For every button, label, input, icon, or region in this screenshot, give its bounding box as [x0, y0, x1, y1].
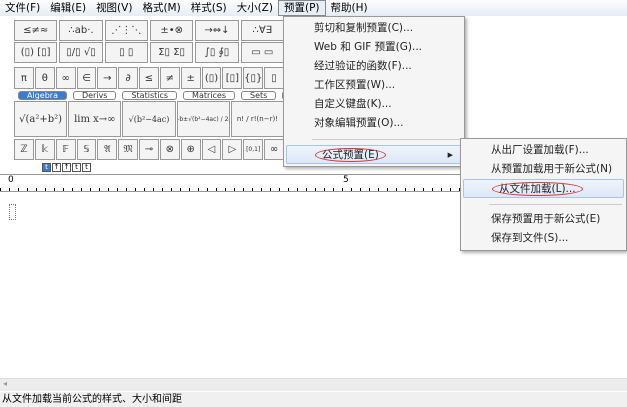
submenu-item-load-from-file[interactable]: 从文件加载(L)... [463, 179, 624, 198]
menu-item-cut-copy-prefs[interactable]: 剪切和复制预置(C)... [286, 19, 462, 38]
small-tab-2[interactable]: ↑ [52, 163, 61, 172]
tab-bar: Algebra Derivs Statistics Matrices Sets … [18, 91, 306, 100]
symbol-brackets[interactable]: [▯] [222, 67, 243, 89]
menu-style[interactable]: 样式(S) [186, 0, 232, 16]
menu-item-equation-prefs[interactable]: 公式预置(E) ▶ [286, 145, 462, 164]
small-tab-4[interactable]: t [72, 163, 81, 172]
symbol-element[interactable]: ∈ [76, 67, 97, 89]
menu-format[interactable]: 格式(M) [137, 0, 185, 16]
menu-bar: 文件(F) 编辑(E) 视图(V) 格式(M) 样式(S) 大小(Z) 预置(P… [0, 0, 627, 16]
matrices-palette[interactable]: ▭ ▭ [240, 42, 284, 63]
expr-discriminant[interactable]: √(b²−4ac) [122, 101, 176, 137]
scripts-palette[interactable]: ▯ ▯ [104, 42, 148, 63]
menu-edit[interactable]: 编辑(E) [45, 0, 91, 16]
fractions-palette[interactable]: ▯/▯ √▯ [59, 42, 103, 63]
ruler-mark-0: 0 [8, 175, 14, 185]
menu-size[interactable]: 大小(Z) [232, 0, 278, 16]
symbol-otimes[interactable]: ⊗ [159, 139, 180, 160]
operators-palette[interactable]: ±•⊗ [149, 20, 194, 41]
menu-preferences[interactable]: 预置(P) [277, 0, 326, 16]
symbol-neq[interactable]: ≠ [159, 67, 180, 89]
symbol-rhd[interactable]: ▷ [222, 139, 243, 160]
arrows-palette[interactable]: →⇔↓ [195, 20, 239, 41]
embellishments-palette[interactable]: ⋰⋮⋱ [104, 20, 148, 41]
submenu-separator [489, 204, 622, 205]
symbol-braces[interactable]: {▯} [243, 67, 264, 89]
symbol-lhd[interactable]: ◁ [201, 139, 222, 160]
menu-item-web-gif-prefs[interactable]: Web 和 GIF 预置(G)... [286, 38, 462, 57]
small-tab-bar: t ↑ ↑ t t [42, 163, 91, 172]
symbol-fraction[interactable]: ▯ [264, 67, 284, 89]
menu-separator [312, 139, 460, 140]
tab-sets[interactable]: Sets [241, 91, 277, 100]
tab-algebra[interactable]: Algebra [18, 91, 67, 100]
symbol-theta[interactable]: θ [34, 67, 55, 89]
symbol-palette-row1: ≤≠≈ ∴ab·. ⋰⋮⋱ ±•⊗ →⇔↓ ∴∀∃ [14, 20, 284, 41]
symbol-infinity[interactable]: ∞ [55, 67, 76, 89]
submenu-item-load-factory[interactable]: 从出厂设置加载(F)... [463, 141, 624, 160]
symbol-bar: π θ ∞ ∈ → ∂ ≤ ≠ ± (▯) [▯] {▯} ▯ [14, 67, 284, 89]
integrals-palette[interactable]: ∫▯ ∮▯ [195, 42, 239, 63]
submenu-item-label: 从文件加载(L)... [492, 182, 583, 196]
sums-palette[interactable]: Σ▯ Σ▯ [149, 42, 194, 63]
menu-item-label: 公式预置(E) [315, 148, 386, 162]
expr-combination[interactable]: n! / r!(n−r)! [230, 101, 285, 137]
preferences-menu: 剪切和复制预置(C)... Web 和 GIF 预置(G)... 经过验证的函数… [283, 16, 465, 167]
horizontal-scrollbar[interactable]: ◂ [0, 378, 627, 391]
symbol-f[interactable]: 𝔽 [55, 139, 76, 160]
template-palette-row2: (▯) [▯] ▯/▯ √▯ ▯ ▯ Σ▯ Σ▯ ∫▯ ∮▯ ▭ ▭ [14, 42, 284, 63]
fences-palette[interactable]: (▯) [▯] [14, 42, 58, 63]
tab-derivs[interactable]: Derivs [72, 91, 117, 100]
submenu-item-save-for-new[interactable]: 保存预置用于新公式(E) [463, 210, 624, 229]
equation-slot[interactable] [9, 204, 16, 220]
expression-bar: √(a²+b²) lim x→∞ √(b²−4ac) −b±√(b²−4ac) … [14, 101, 285, 137]
menu-file[interactable]: 文件(F) [0, 0, 45, 16]
menu-help[interactable]: 帮助(H) [326, 0, 373, 16]
symbol-oplus[interactable]: ⊕ [180, 139, 201, 160]
small-tab-3[interactable]: ↑ [62, 163, 71, 172]
menu-view[interactable]: 视图(V) [91, 0, 137, 16]
symbol-frak-m[interactable]: 𝔐 [118, 139, 139, 160]
tab-matrices[interactable]: Matrices [183, 91, 235, 100]
expr-limit[interactable]: lim x→∞ [68, 101, 122, 137]
small-tab-1[interactable]: t [42, 163, 51, 172]
symbol-frak-a[interactable]: 𝔄 [97, 139, 118, 160]
symbol-leq[interactable]: ≤ [139, 67, 159, 89]
submenu-item-load-for-new[interactable]: 从预置加载用于新公式(N) [463, 160, 624, 179]
menu-item-workspace-prefs[interactable]: 工作区预置(W)... [286, 76, 462, 95]
symbol-s[interactable]: 𝕊 [76, 139, 97, 160]
menu-item-customize-keyboard[interactable]: 自定义键盘(K)... [286, 95, 462, 114]
submenu-arrow-icon: ▶ [447, 151, 453, 159]
submenu-item-save-to-file[interactable]: 保存到文件(S)... [463, 229, 624, 248]
symbol-k[interactable]: 𝕜 [34, 139, 55, 160]
expr-quadratic[interactable]: −b±√(b²−4ac) / 2a [176, 101, 230, 137]
relations-palette[interactable]: ≤≠≈ [14, 20, 58, 41]
tab-statistics[interactable]: Statistics [122, 91, 178, 100]
symbol-pi[interactable]: π [14, 67, 34, 89]
symbol-bar-2: ℤ 𝕜 𝔽 𝕊 𝔄 𝔐 ⊸ ⊗ ⊕ ◁ ▷ [0,1] ∞ [14, 139, 284, 160]
small-tab-5[interactable]: t [82, 163, 91, 172]
symbol-multimap[interactable]: ⊸ [139, 139, 159, 160]
spaces-palette[interactable]: ∴ab·. [59, 20, 103, 41]
expr-hypotenuse[interactable]: √(a²+b²) [14, 101, 68, 137]
logic-palette[interactable]: ∴∀∃ [240, 20, 284, 41]
symbol-arrow[interactable]: → [97, 67, 118, 89]
menu-item-object-editing[interactable]: 对象编辑预置(O)... [286, 114, 462, 133]
status-bar: 从文件加载当前公式的样式、大小和间距 [0, 392, 627, 407]
symbol-partial[interactable]: ∂ [118, 67, 139, 89]
symbol-infinity-2[interactable]: ∞ [264, 139, 284, 160]
symbol-z[interactable]: ℤ [14, 139, 34, 160]
symbol-interval[interactable]: [0,1] [243, 139, 264, 160]
symbol-pm[interactable]: ± [180, 67, 201, 89]
equation-prefs-submenu: 从出厂设置加载(F)... 从预置加载用于新公式(N) 从文件加载(L)... … [460, 138, 627, 251]
symbol-parens[interactable]: (▯) [201, 67, 222, 89]
menu-item-functions[interactable]: 经过验证的函数(F)... [286, 57, 462, 76]
scroll-left-icon[interactable]: ◂ [3, 379, 7, 388]
ruler-mark-5: 5 [343, 175, 349, 185]
